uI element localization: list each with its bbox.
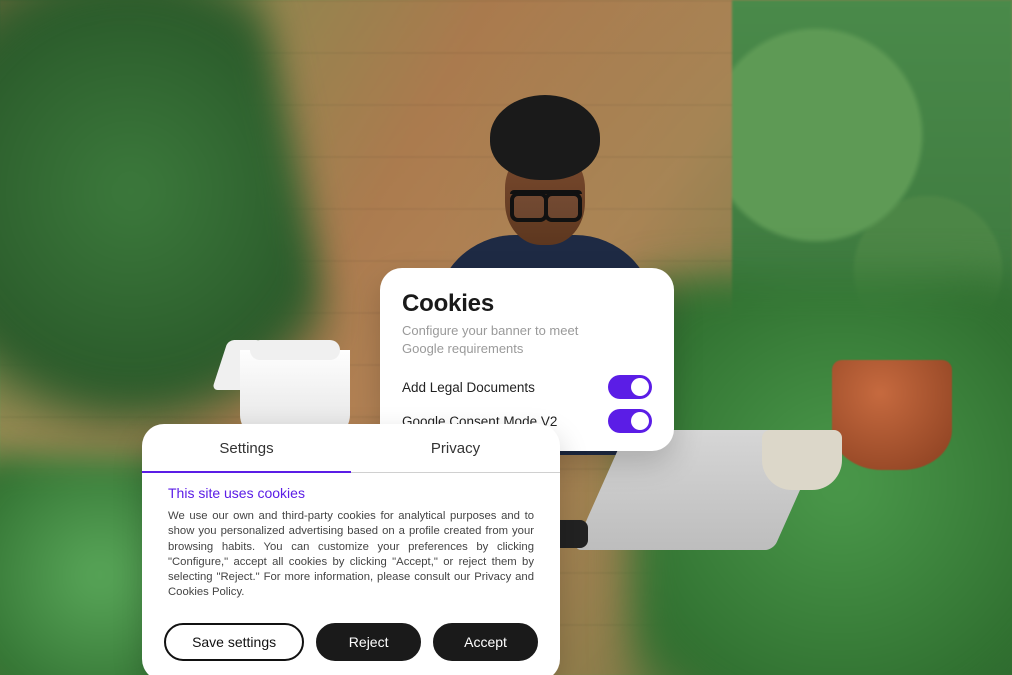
cookie-banner-body: This site uses cookies We use our own an… bbox=[142, 473, 560, 601]
cookie-banner-actions: Save settings Reject Accept bbox=[142, 601, 560, 661]
toggle-google-consent-mode-v2[interactable] bbox=[608, 409, 652, 433]
cookie-banner-tabs: Settings Privacy bbox=[142, 424, 560, 473]
tab-settings[interactable]: Settings bbox=[142, 424, 351, 473]
toggle-label: Add Legal Documents bbox=[402, 380, 535, 395]
terracotta-pot bbox=[832, 360, 952, 470]
toggle-row-legal-docs: Add Legal Documents bbox=[402, 375, 652, 399]
cookie-banner-text: We use our own and third-party cookies f… bbox=[168, 509, 534, 601]
cookie-banner: Settings Privacy This site uses cookies … bbox=[142, 424, 560, 675]
cookies-config-title: Cookies bbox=[402, 290, 652, 318]
hero-scene: Cookies Configure your banner to meet Go… bbox=[0, 0, 1012, 675]
accept-button[interactable]: Accept bbox=[433, 623, 538, 661]
cookies-config-subtitle: Configure your banner to meet Google req… bbox=[402, 322, 652, 357]
save-settings-button[interactable]: Save settings bbox=[164, 623, 304, 661]
tab-privacy[interactable]: Privacy bbox=[351, 424, 560, 473]
reject-button[interactable]: Reject bbox=[316, 623, 421, 661]
toggle-legal-documents[interactable] bbox=[608, 375, 652, 399]
small-planter bbox=[762, 430, 842, 490]
cookie-banner-heading: This site uses cookies bbox=[168, 485, 534, 501]
